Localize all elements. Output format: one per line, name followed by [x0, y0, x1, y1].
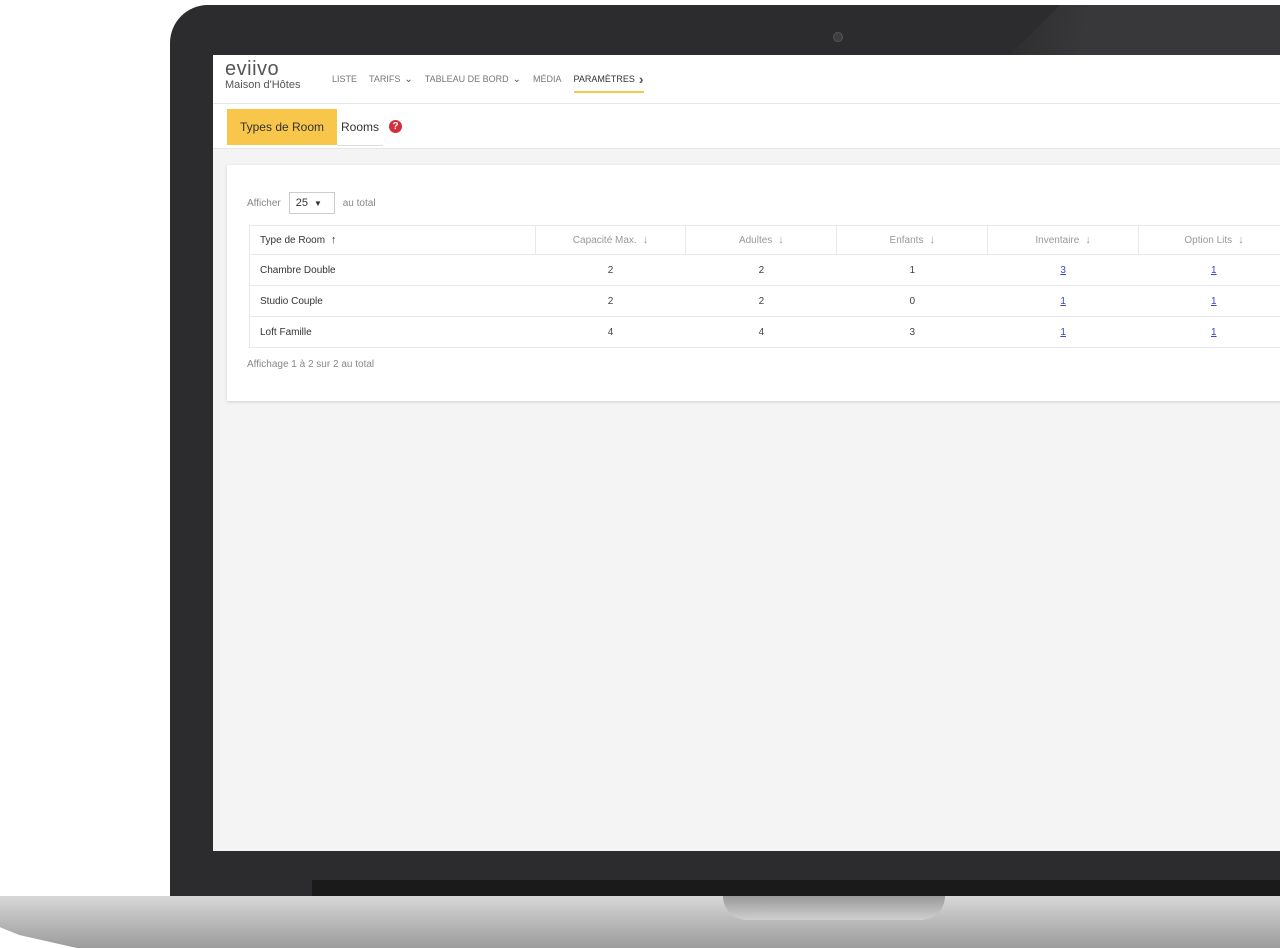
capacity-cell: 2 [535, 285, 686, 317]
room-type-cell: Studio Couple [249, 285, 536, 317]
room-type-cell: Loft Famille [249, 316, 536, 348]
column-header-children[interactable]: Enfants ↓ [836, 225, 988, 255]
adults-cell: 2 [685, 285, 837, 317]
inventory-link[interactable]: 1 [1060, 327, 1066, 338]
nav-item-tableau-de-bord[interactable]: TABLEAU DE BORD ⌄ [425, 55, 521, 103]
column-label: Capacité Max. [572, 235, 637, 246]
column-label: Option Lits [1184, 235, 1233, 246]
sort-down-icon: ↓ [642, 234, 649, 246]
inventory-cell: 1 [987, 316, 1139, 348]
nav-item-parametres[interactable]: PARAMÈTRES › [573, 55, 644, 103]
page-size-value: 25 [295, 197, 308, 209]
inventory-link[interactable]: 1 [1060, 296, 1066, 307]
nav-item-tarifs[interactable]: TARIFS ⌄ [369, 55, 413, 103]
sort-down-icon: ↓ [1085, 234, 1091, 246]
adults-cell: 4 [685, 316, 837, 348]
laptop-base [0, 896, 1280, 948]
capacity-cell: 2 [535, 254, 686, 286]
room-types-table: Type de Room ↑ Capacité Max. ↓ Adultes ↓ En… [249, 225, 1280, 348]
bed-options-cell: 1 [1138, 316, 1280, 348]
inventory-cell: 3 [987, 254, 1139, 286]
nav-label: PARAMÈTRES [573, 74, 635, 84]
capacity-cell: 4 [535, 316, 686, 348]
page-size-control: Afficher 25 ▼ au total [247, 192, 376, 214]
brand[interactable]: eviivo Maison d'Hôtes [225, 59, 300, 92]
sub-tabs: Types de Room Rooms [213, 104, 1280, 149]
pagination-summary: Affichage 1 à 2 sur 2 au total [247, 359, 375, 370]
page-size-select[interactable]: 25 ▼ [288, 192, 335, 214]
table-header-row: Type de Room ↑ Capacité Max. ↓ Adultes ↓ En… [249, 225, 1280, 255]
chevron-down-icon: ⌄ [512, 73, 521, 85]
sort-down-icon: ↓ [778, 234, 784, 246]
column-header-type[interactable]: Type de Room ↑ [249, 225, 536, 255]
tab-types-de-room[interactable]: Types de Room [227, 109, 337, 145]
column-label: Enfants [889, 235, 924, 246]
bed-options-link[interactable]: 1 [1211, 265, 1217, 276]
nav-label: LISTE [332, 74, 358, 84]
adults-cell: 2 [685, 254, 837, 286]
chevron-down-icon: ⌄ [404, 73, 413, 85]
table-row: Chambre Double 2 2 1 3 1 [249, 254, 1280, 286]
help-icon[interactable]: ? [389, 120, 402, 133]
top-navigation: eviivo Maison d'Hôtes LISTE TARIFS ⌄ TAB… [213, 55, 1280, 104]
nav-item-liste[interactable]: LISTE [332, 55, 357, 103]
app-screen: eviivo Maison d'Hôtes LISTE TARIFS ⌄ TAB… [213, 55, 1280, 851]
chevron-right-icon: › [638, 71, 644, 87]
column-header-adults[interactable]: Adultes ↓ [685, 225, 837, 255]
main-nav: LISTE TARIFS ⌄ TABLEAU DE BORD ⌄ MÉDIA P… [332, 55, 656, 103]
nav-label: MÉDIA [533, 74, 562, 84]
bed-options-link[interactable]: 1 [1211, 296, 1217, 307]
camera-icon [833, 32, 843, 42]
column-label: Inventaire [1035, 235, 1080, 246]
room-types-card: Afficher 25 ▼ au total Type de Room ↑ Cap… [227, 165, 1280, 401]
column-header-bed-options[interactable]: Option Lits ↓ [1138, 225, 1280, 255]
bed-options-cell: 1 [1138, 254, 1280, 286]
table-row: Studio Couple 2 2 0 1 1 [249, 285, 1280, 317]
children-cell: 3 [836, 316, 988, 348]
laptop-hinge [312, 880, 1280, 896]
nav-item-media[interactable]: MÉDIA [533, 55, 562, 103]
nav-label: TARIFS [369, 74, 401, 84]
inventory-link[interactable]: 3 [1060, 265, 1066, 276]
column-header-capacity[interactable]: Capacité Max. ↓ [534, 225, 686, 255]
children-cell: 0 [836, 285, 988, 317]
show-label: Afficher [247, 197, 281, 209]
tab-rooms[interactable]: Rooms [337, 109, 384, 146]
bed-options-cell: 1 [1138, 285, 1280, 317]
column-label: Type de Room [260, 235, 326, 246]
sort-up-icon: ↑ [331, 234, 337, 246]
brand-logo: eviivo [225, 58, 280, 80]
total-label: au total [342, 197, 376, 209]
bed-options-link[interactable]: 1 [1211, 327, 1217, 338]
sort-down-icon: ↓ [1238, 234, 1244, 246]
column-label: Adultes [738, 235, 773, 246]
sort-down-icon: ↓ [929, 234, 935, 246]
column-header-inventory[interactable]: Inventaire ↓ [987, 225, 1139, 255]
table-row: Loft Famille 4 4 3 1 1 [249, 316, 1280, 348]
caret-down-icon: ▼ [313, 198, 322, 208]
property-name: Maison d'Hôtes [225, 79, 301, 91]
laptop-notch [723, 896, 945, 920]
nav-label: TABLEAU DE BORD [424, 74, 509, 84]
room-type-cell: Chambre Double [249, 254, 536, 286]
inventory-cell: 1 [987, 285, 1139, 317]
children-cell: 1 [836, 254, 988, 286]
